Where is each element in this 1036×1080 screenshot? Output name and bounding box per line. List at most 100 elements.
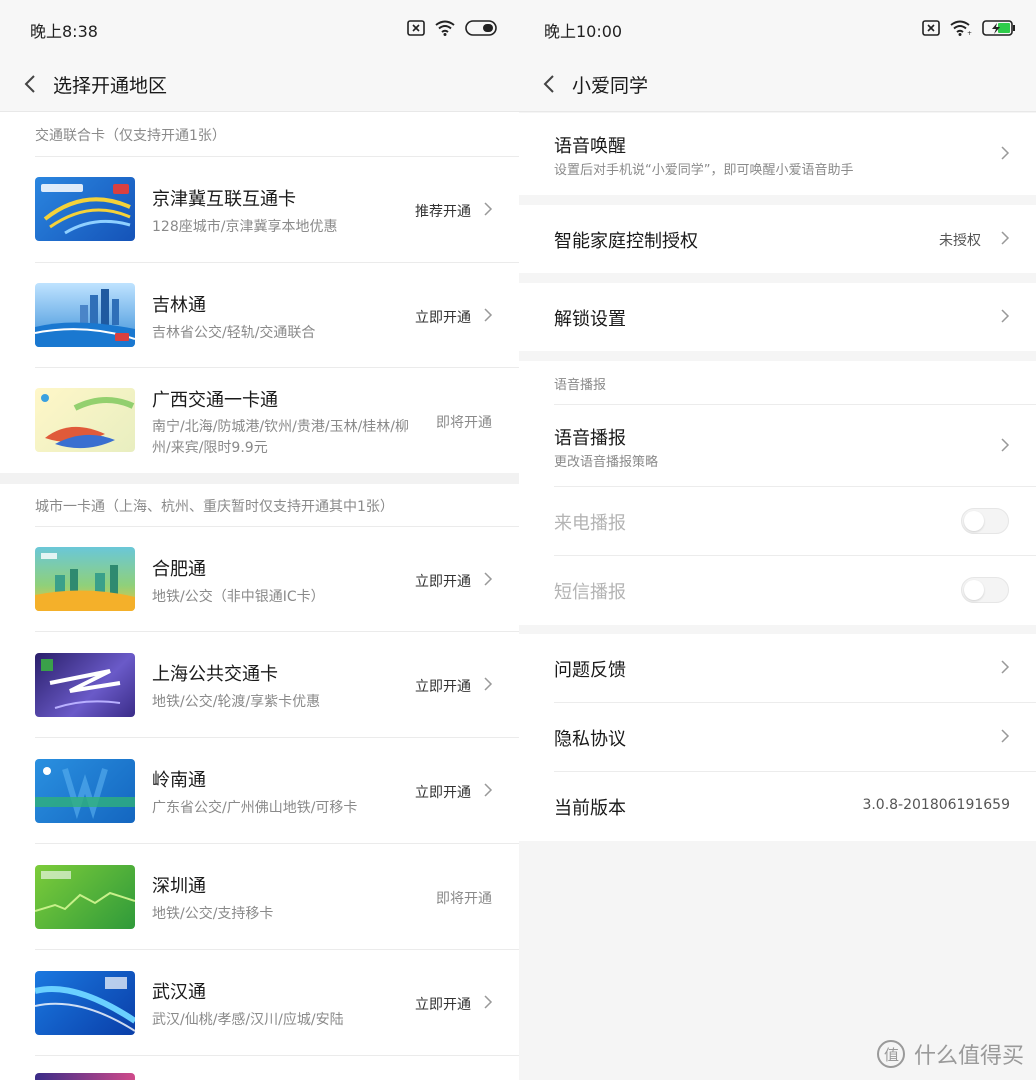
battery-icon (982, 20, 1015, 36)
card-image (35, 759, 135, 823)
card-row-shenzhen[interactable]: 深圳通 地铁/公交/支持移卡 即将开通 (0, 844, 519, 949)
section-label-city-card: 城市一卡通（上海、杭州、重庆暂时仅支持开通其中1张） (35, 499, 394, 515)
app-header: 选择开通地区 (0, 56, 519, 112)
chevron-right-icon (484, 677, 493, 691)
broadcast-section: 语音播报 语音播报 更改语音播报策略 来电播报 短信播报 (519, 361, 1036, 625)
back-button[interactable] (20, 70, 40, 98)
smart-home-title: 智能家庭控制授权 (554, 231, 698, 252)
card-row-lingnan[interactable]: 岭南通 广东省公交/广州佛山地铁/可移卡 立即开通 (0, 738, 519, 843)
wifi-icon: + (950, 20, 972, 36)
card-desc: 地铁/公交/支持移卡 (152, 906, 274, 922)
chevron-right-icon (484, 572, 493, 586)
voice-wake-row[interactable]: 语音唤醒 设置后对手机说“小爱同学”，即可唤醒小爱语音助手 (519, 113, 1036, 195)
card-desc: 吉林省公交/轻轨/交通联合 (152, 325, 316, 341)
card-action: 立即开通 (415, 310, 471, 326)
chevron-right-icon (1001, 146, 1010, 160)
card-row-wuhan[interactable]: 武汉通 武汉/仙桃/孝感/汉川/应城/安陆 立即开通 (0, 950, 519, 1055)
chevron-left-icon (543, 75, 554, 93)
card-row-hefei[interactable]: 合肥通 地铁/公交（非中银通IC卡） 立即开通 (0, 527, 519, 632)
transit-card-screen: 晚上8:38 选择开通地区 交通联合卡（仅支持开通1张） 京津冀互联互通卡 12… (0, 0, 519, 1080)
unlock-title: 解锁设置 (554, 309, 626, 330)
card-title: 深圳通 (152, 876, 206, 897)
about-section: 问题反馈 隐私协议 当前版本 3.0.8-201806191659 (519, 634, 1036, 841)
card-title: 合肥通 (152, 559, 206, 580)
zhi-logo-icon: 值 (876, 1040, 905, 1068)
feedback-title: 问题反馈 (554, 660, 626, 681)
privacy-row[interactable]: 隐私协议 (519, 703, 1036, 771)
sms-broadcast-row: 短信播报 (519, 556, 1036, 625)
card-image (35, 865, 135, 929)
sms-broadcast-toggle[interactable] (961, 577, 1009, 603)
chevron-right-icon (484, 202, 493, 216)
xiaoai-settings-screen: 晚上10:00 + 小爱同学 语音唤醒 设置后对手机说“小爱同学”，即可唤醒小爱… (519, 0, 1036, 1080)
app-header: 小爱同学 (519, 56, 1036, 112)
card-desc: 地铁/公交/轮渡/享紫卡优惠 (152, 694, 321, 710)
broadcast-section-label: 语音播报 (554, 378, 607, 393)
card-title: 上海公共交通卡 (152, 664, 278, 685)
call-broadcast-toggle[interactable] (961, 508, 1009, 534)
card-image (35, 971, 135, 1035)
card-title: 京津冀互联互通卡 (152, 189, 296, 210)
page-title: 选择开通地区 (53, 75, 168, 97)
voice-broadcast-title: 语音播报 (554, 428, 626, 449)
card-action: 立即开通 (415, 679, 471, 695)
wifi-icon (435, 20, 455, 36)
version-value: 3.0.8-201806191659 (862, 797, 1010, 813)
card-title: 武汉通 (152, 982, 206, 1003)
card-image (35, 547, 135, 611)
card-row-jingjinji[interactable]: 京津冀互联互通卡 128座城市/京津冀享本地优惠 推荐开通 (0, 157, 519, 262)
feedback-row[interactable]: 问题反馈 (519, 634, 1036, 702)
card-title: 岭南通 (152, 770, 206, 791)
card-action: 立即开通 (415, 785, 471, 801)
chevron-right-icon (1001, 438, 1010, 452)
card-desc: 广东省公交/广州佛山地铁/可移卡 (152, 800, 358, 816)
card-desc: 地铁/公交（非中银通IC卡） (152, 589, 325, 605)
card-image-partial (35, 1073, 135, 1080)
card-action: 推荐开通 (415, 204, 471, 220)
page-title: 小爱同学 (572, 75, 649, 97)
voice-broadcast-row[interactable]: 语音播报 更改语音播报策略 (519, 405, 1036, 486)
version-title: 当前版本 (554, 798, 626, 819)
status-time: 晚上10:00 (544, 22, 623, 41)
status-time: 晚上8:38 (30, 22, 98, 41)
card-image (35, 283, 135, 347)
status-bar: 晚上8:38 (0, 0, 519, 56)
battery-icon (465, 20, 497, 36)
card-row-shanghai[interactable]: 上海公共交通卡 地铁/公交/轮渡/享紫卡优惠 立即开通 (0, 632, 519, 737)
section-label-union-card: 交通联合卡（仅支持开通1张） (35, 128, 226, 144)
card-desc: 南宁/北海/防城港/钦州/贵港/玉林/桂林/柳州/来宾/限时9.9元 (152, 419, 410, 456)
smart-home-status: 未授权 (939, 233, 981, 249)
svg-text:+: + (967, 30, 972, 36)
watermark-text: 什么值得买 (913, 1044, 1024, 1069)
svg-text:值: 值 (884, 1046, 899, 1064)
version-row: 当前版本 3.0.8-201806191659 (519, 772, 1036, 841)
unlock-settings-row[interactable]: 解锁设置 (519, 283, 1036, 351)
sim-card-icon (922, 20, 940, 36)
chevron-right-icon (1001, 660, 1010, 674)
call-broadcast-row: 来电播报 (519, 487, 1036, 555)
card-desc: 128座城市/京津冀享本地优惠 (152, 219, 338, 235)
chevron-right-icon (1001, 231, 1010, 245)
voice-wake-subtitle: 设置后对手机说“小爱同学”，即可唤醒小爱语音助手 (554, 163, 854, 178)
chevron-left-icon (24, 75, 35, 93)
card-image (35, 388, 135, 452)
voice-broadcast-subtitle: 更改语音播报策略 (554, 455, 659, 470)
card-row-jilin[interactable]: 吉林通 吉林省公交/轻轨/交通联合 立即开通 (0, 263, 519, 368)
card-title: 广西交通一卡通 (152, 390, 278, 411)
card-title: 吉林通 (152, 295, 206, 316)
chevron-right-icon (1001, 309, 1010, 323)
card-action: 即将开通 (436, 891, 492, 907)
card-row-guangxi[interactable]: 广西交通一卡通 南宁/北海/防城港/钦州/贵港/玉林/桂林/柳州/来宾/限时9.… (0, 368, 519, 473)
privacy-title: 隐私协议 (554, 729, 626, 750)
status-bar: 晚上10:00 + (519, 0, 1036, 56)
smart-home-auth-row[interactable]: 智能家庭控制授权 未授权 (519, 205, 1036, 273)
voice-wake-title: 语音唤醒 (554, 136, 626, 157)
watermark: 值 什么值得买 (876, 1038, 1024, 1070)
chevron-right-icon (484, 308, 493, 322)
chevron-right-icon (484, 783, 493, 797)
sim-card-icon (407, 20, 425, 36)
card-image (35, 653, 135, 717)
back-button[interactable] (539, 70, 559, 98)
card-action: 立即开通 (415, 574, 471, 590)
call-broadcast-title: 来电播报 (554, 513, 626, 534)
